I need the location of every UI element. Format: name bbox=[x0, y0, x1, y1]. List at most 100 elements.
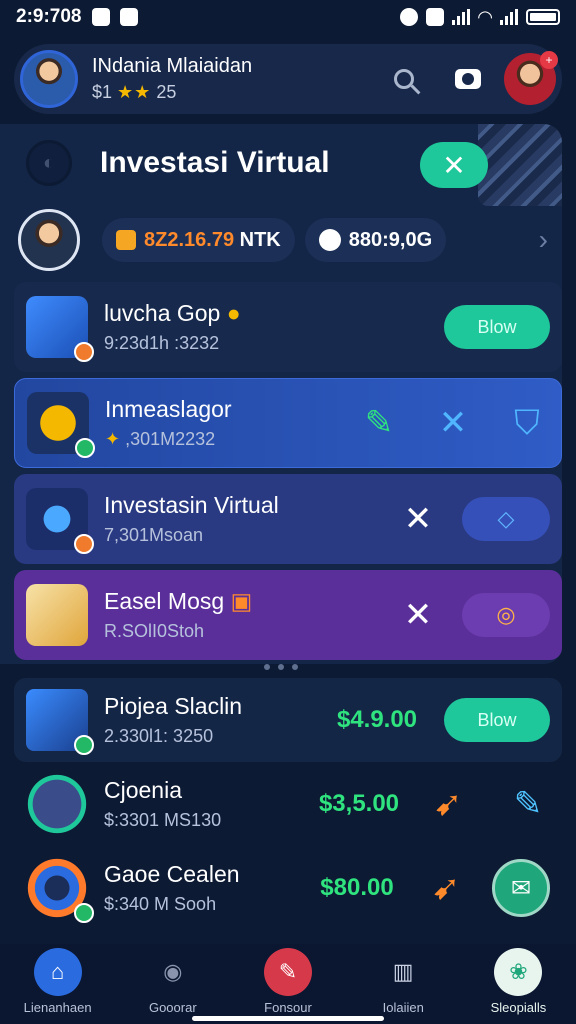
status-bar: 2:9:708 ◠ bbox=[0, 0, 576, 34]
item-subtitle: $:3301 MS130 bbox=[104, 810, 222, 830]
list-item[interactable]: Cjoenia $:3301 MS130 $3,5.00 ➹ ✎ bbox=[14, 762, 562, 846]
bottom-navigation: ⌂ Lienanhaen ◉ Gooorar ✎ Fonsour ▥ Iolai… bbox=[0, 944, 576, 1024]
app-notification-icon bbox=[91, 8, 110, 26]
item-title: Piojea Slaclin bbox=[104, 693, 243, 719]
shield-icon[interactable]: ⛉ bbox=[505, 401, 549, 445]
wallet-avatar[interactable] bbox=[18, 209, 80, 271]
profile-header: INdania Mlaiaidan $1 ★★ 25 + bbox=[14, 44, 562, 114]
cell-signal-icon bbox=[452, 9, 471, 25]
profile-info: INdania Mlaiaidan $1 ★★ 25 bbox=[92, 55, 374, 103]
status-badge-icon bbox=[74, 342, 94, 362]
edit-square-icon: ✎ bbox=[264, 948, 312, 996]
balance-unit: NTK bbox=[239, 228, 281, 251]
balance-pill[interactable]: 8Z2.16.79 NTK bbox=[102, 218, 295, 262]
pin-icon[interactable]: ✎ bbox=[506, 782, 550, 826]
mail-notification-icon bbox=[119, 8, 138, 26]
nav-games[interactable]: ◉ Gooorar bbox=[115, 944, 230, 1024]
edit-icon[interactable]: ✎ bbox=[357, 401, 401, 445]
rating-value: 25 bbox=[156, 82, 177, 102]
nav-label: Iolaiien bbox=[382, 1000, 424, 1015]
friend-avatar[interactable]: + bbox=[504, 51, 558, 105]
item-subtitle: $:340 M Sooh bbox=[104, 894, 217, 914]
home-indicator bbox=[192, 1016, 384, 1021]
card-subtitle: 9:23d1h :3232 bbox=[104, 333, 220, 353]
nav-favorites[interactable]: ✎ Fonsour bbox=[230, 944, 345, 1024]
nav-label: Sleopialls bbox=[490, 1000, 547, 1015]
chat-fab[interactable]: ✉ bbox=[492, 859, 550, 917]
panel-title: Investasi Virtual bbox=[100, 146, 330, 179]
page-indicator bbox=[264, 664, 298, 670]
item-subtitle: 2.330l1: 3250 bbox=[104, 726, 214, 746]
chart-thumbnail-icon bbox=[26, 689, 94, 755]
nav-label: Gooorar bbox=[148, 1000, 197, 1015]
nav-label: Lienanhaen bbox=[23, 1000, 92, 1015]
card-thumbnail bbox=[26, 584, 88, 646]
back-button[interactable]: ◐ bbox=[26, 140, 72, 186]
close-button[interactable]: ✕ bbox=[420, 142, 488, 188]
list-item[interactable]: Piojea Slaclin 2.330l1: 3250 $4.9.00 Blo… bbox=[14, 678, 562, 762]
rocket-icon[interactable]: ➹ bbox=[424, 866, 468, 910]
investment-card[interactable]: Investasin Virtual 7,301Msoan ✕ ◇ bbox=[14, 474, 562, 564]
user-rating: $1 ★★ 25 bbox=[92, 82, 374, 103]
card-thumbnail bbox=[26, 296, 94, 362]
target-button[interactable]: ◎ bbox=[462, 593, 550, 637]
view-button[interactable]: ◇ bbox=[462, 497, 550, 541]
camera-button[interactable] bbox=[446, 57, 490, 101]
card-thumbnail bbox=[26, 488, 94, 554]
investment-card[interactable]: luvcha Gop ● 9:23d1h :3232 Blow bbox=[14, 282, 562, 372]
cell-signal-2-icon bbox=[500, 9, 518, 25]
notification-badge-icon: + bbox=[540, 51, 558, 69]
shop-icon: ▥ bbox=[392, 959, 414, 984]
list-item[interactable]: Gaoe Cealen $:340 M Sooh $80.00 ➹ ✉ bbox=[14, 846, 562, 930]
item-price: $4.9.00 bbox=[336, 706, 418, 733]
chevron-right-icon[interactable]: › bbox=[539, 224, 548, 256]
target-icon: ◎ bbox=[496, 602, 516, 627]
nav-home[interactable]: ⌂ Lienanhaen bbox=[0, 944, 115, 1024]
blow-button[interactable]: Blow bbox=[444, 698, 550, 742]
home-icon: ⌂ bbox=[33, 948, 82, 996]
status-time: 2:9:708 bbox=[16, 6, 82, 27]
chats-value: 880:9,0G bbox=[348, 228, 433, 251]
nav-market[interactable]: ▥ Iolaiien bbox=[346, 944, 461, 1024]
wallet-row: 8Z2.16.79 NTK 880:9,0G › bbox=[18, 208, 562, 272]
status-badge-icon bbox=[75, 438, 95, 458]
item-title: Cjoenia bbox=[104, 777, 182, 803]
user-avatar[interactable] bbox=[20, 50, 78, 108]
search-icon bbox=[394, 69, 414, 89]
user-name: INdania Mlaiaidan bbox=[92, 55, 253, 77]
close-icon[interactable]: ✕ bbox=[396, 593, 440, 637]
item-price: $80.00 bbox=[320, 874, 394, 901]
investment-card[interactable]: Easel Mosg ▣ R.SOlI0Stoh ✕ ◎ bbox=[14, 570, 562, 660]
card-subtitle: 7,301Msoan bbox=[104, 525, 204, 545]
item-title: Gaoe Cealen bbox=[104, 861, 240, 887]
nav-explore[interactable]: ❀ Sleopialls bbox=[461, 944, 576, 1024]
battery-icon bbox=[526, 9, 560, 25]
close-icon[interactable]: ✕ bbox=[396, 497, 440, 541]
gamepad-icon: ◉ bbox=[163, 959, 183, 984]
status-badge-icon bbox=[74, 903, 94, 923]
city-illustration bbox=[478, 124, 562, 206]
card-thumbnail bbox=[27, 392, 95, 458]
gear-icon bbox=[26, 857, 94, 923]
wifi-icon: ◠ bbox=[478, 6, 492, 27]
card-title: Inmeaslagor bbox=[105, 396, 232, 422]
card-subtitle: ✦ ,301M2232 bbox=[105, 429, 216, 449]
search-button[interactable] bbox=[382, 57, 426, 101]
blow-button[interactable]: Blow bbox=[444, 305, 550, 349]
card-title: Easel Mosg ▣ bbox=[104, 588, 253, 614]
compass-icon bbox=[26, 773, 88, 835]
close-icon[interactable]: ✕ bbox=[431, 401, 475, 445]
chats-pill[interactable]: 880:9,0G bbox=[304, 218, 447, 262]
camera-icon bbox=[455, 69, 481, 89]
coin-icon bbox=[116, 230, 136, 250]
status-badge-icon bbox=[74, 735, 94, 755]
nfc-icon bbox=[426, 8, 445, 26]
alarm-icon bbox=[400, 8, 419, 26]
rating-stars-icon: ★★ bbox=[117, 82, 152, 102]
chat-icon bbox=[318, 229, 341, 251]
card-subtitle: R.SOlI0Stoh bbox=[104, 621, 205, 641]
investment-card[interactable]: Inmeaslagor ✦ ,301M2232 ✎ ✕ ⛉ bbox=[14, 378, 562, 468]
nav-label: Fonsour bbox=[264, 1000, 312, 1015]
rocket-icon[interactable]: ➹ bbox=[426, 782, 470, 826]
card-title: luvcha Gop ● bbox=[104, 300, 241, 326]
